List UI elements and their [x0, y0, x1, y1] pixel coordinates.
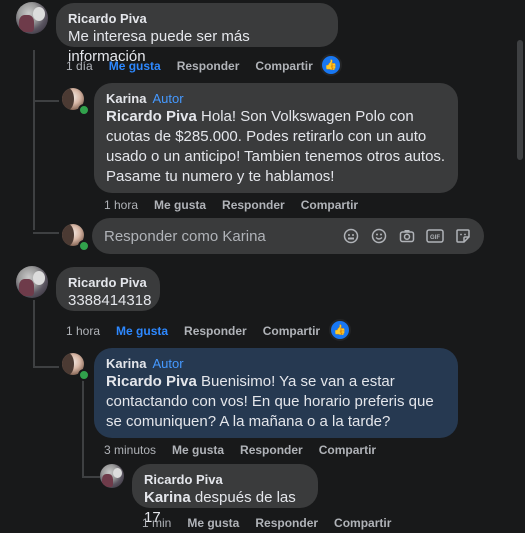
comment-time[interactable]: 1 hora: [104, 198, 138, 212]
reply-button[interactable]: Responder: [240, 443, 303, 457]
comment-bubble: Ricardo Piva Me interesa puede ser más i…: [56, 3, 338, 65]
comment-actions: 1 hora Me gusta Responder Compartir: [104, 198, 358, 212]
like-button[interactable]: Me gusta: [109, 59, 161, 73]
comment-time[interactable]: 1 día: [66, 59, 93, 73]
like-button[interactable]: Me gusta: [172, 443, 224, 457]
smiley-icon[interactable]: [370, 227, 388, 245]
gif-icon[interactable]: GIF: [426, 227, 444, 245]
thread-line: [82, 476, 100, 478]
online-status-icon: [78, 369, 90, 381]
comment-author[interactable]: Karina: [106, 356, 146, 371]
comment-actions: 1 hora Me gusta Responder Compartir: [66, 324, 320, 338]
thread-line: [33, 366, 59, 368]
comment-actions: 3 minutos Me gusta Responder Compartir: [104, 443, 376, 457]
camera-icon[interactable]: [398, 227, 416, 245]
thread-line: [33, 100, 59, 102]
share-button[interactable]: Compartir: [255, 59, 312, 73]
thread-line: [82, 378, 84, 478]
avatar[interactable]: [100, 464, 124, 488]
avatar[interactable]: [16, 266, 48, 298]
share-button[interactable]: Compartir: [319, 443, 376, 457]
thread-line: [33, 50, 35, 230]
avatar[interactable]: [16, 2, 48, 34]
reply-button[interactable]: Responder: [177, 59, 240, 73]
comment-bubble: Ricardo Piva 3388414318: [56, 267, 160, 311]
author-badge: Autor: [152, 356, 184, 371]
like-reaction-icon[interactable]: 👍: [320, 54, 342, 76]
thread-line: [33, 232, 59, 234]
author-badge: Autor: [152, 91, 184, 106]
comment-text: Ricardo Piva Buenisimo! Ya se van a esta…: [106, 373, 434, 430]
comment-actions: 1 min Me gusta Responder Compartir: [142, 516, 391, 530]
reply-button[interactable]: Responder: [255, 516, 318, 530]
online-status-icon: [78, 240, 90, 252]
share-button[interactable]: Compartir: [263, 324, 320, 338]
comment-time[interactable]: 1 hora: [66, 324, 100, 338]
share-button[interactable]: Compartir: [334, 516, 391, 530]
emoji-avatar-icon[interactable]: [342, 227, 360, 245]
like-button[interactable]: Me gusta: [154, 198, 206, 212]
reply-button[interactable]: Responder: [184, 324, 247, 338]
comment-author[interactable]: Ricardo Piva: [68, 11, 326, 27]
mention[interactable]: Karina: [144, 489, 191, 506]
svg-text:GIF: GIF: [430, 235, 440, 241]
online-status-icon: [78, 104, 90, 116]
comment-actions: 1 día Me gusta Responder Compartir: [66, 59, 313, 73]
like-button[interactable]: Me gusta: [116, 324, 168, 338]
comment-bubble: Karina Autor Ricardo Piva Hola! Son Volks…: [94, 83, 458, 193]
thread-line: [33, 300, 35, 368]
comment-author[interactable]: Ricardo Piva: [68, 275, 148, 291]
comment-text: 3388414318: [68, 292, 152, 309]
sticker-icon[interactable]: [454, 227, 472, 245]
mention[interactable]: Ricardo Piva: [106, 108, 197, 125]
comment-author[interactable]: Karina: [106, 91, 146, 106]
comment-bubble: Karina Autor Ricardo Piva Buenisimo! Ya s…: [94, 348, 458, 438]
comment-time[interactable]: 3 minutos: [104, 443, 156, 457]
reply-placeholder: Responder como Karina: [104, 227, 266, 245]
share-button[interactable]: Compartir: [301, 198, 358, 212]
reply-button[interactable]: Responder: [222, 198, 285, 212]
scrollbar[interactable]: [515, 0, 525, 533]
comment-bubble: Ricardo Piva Karina después de las 17: [132, 464, 318, 526]
reply-input[interactable]: Responder como Karina GIF: [92, 218, 484, 254]
like-reaction-icon[interactable]: 👍: [329, 319, 351, 341]
comment-author[interactable]: Ricardo Piva: [144, 472, 306, 488]
scrollbar-thumb[interactable]: [517, 40, 523, 160]
like-button[interactable]: Me gusta: [187, 516, 239, 530]
comment-time[interactable]: 1 min: [142, 516, 171, 530]
comment-text: Ricardo Piva Hola! Son Volkswagen Polo c…: [106, 108, 446, 185]
mention[interactable]: Ricardo Piva: [106, 373, 197, 390]
